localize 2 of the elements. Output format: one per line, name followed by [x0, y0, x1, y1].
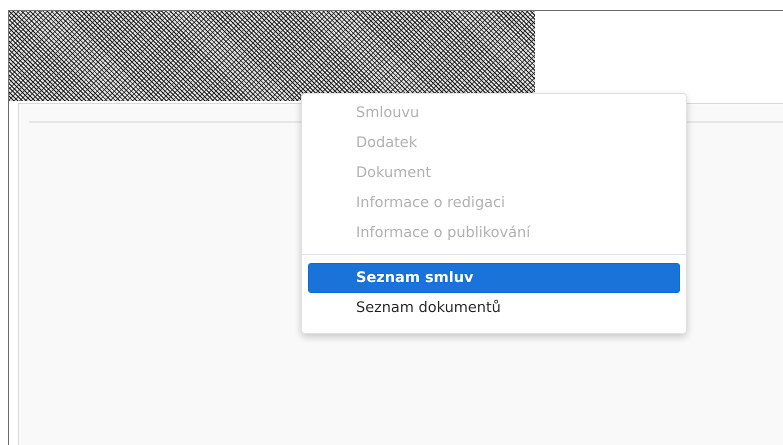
menu-item[interactable]: Seznam smluv — [308, 263, 680, 293]
menu-item[interactable]: Seznam dokumentů — [308, 293, 680, 323]
